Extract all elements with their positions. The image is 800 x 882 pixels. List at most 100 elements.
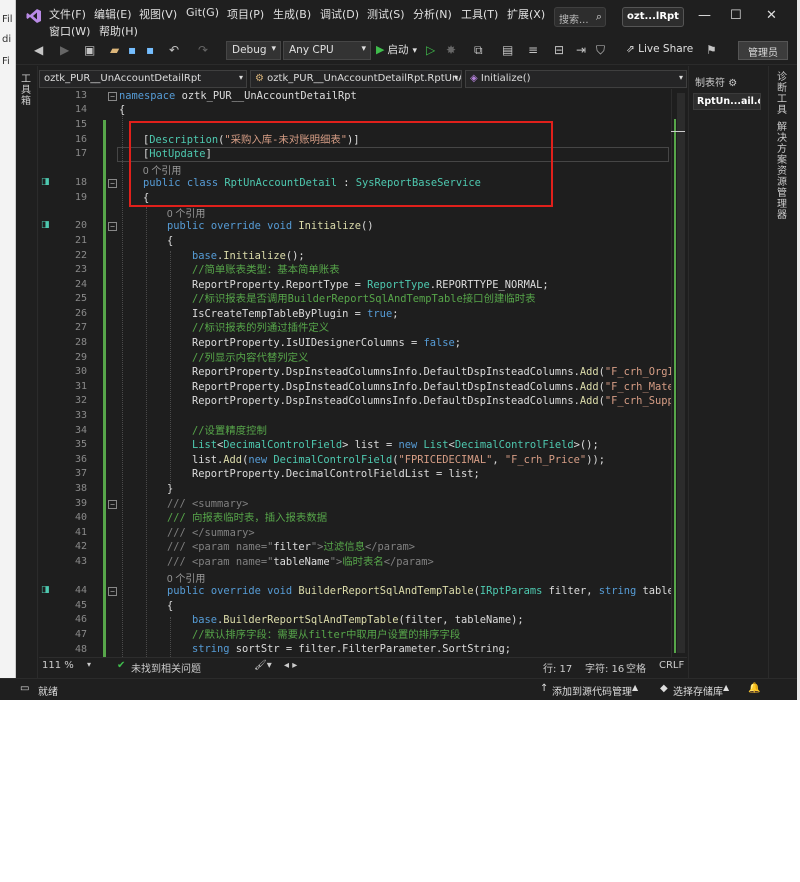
menu-build[interactable]: 生成(B) [273,6,311,22]
line-number: 29 [74,352,87,363]
live-share-button[interactable]: ⇗ Live Share [626,43,693,55]
platform-select[interactable]: Any CPU ▾ [283,41,371,60]
code-token: <param [192,541,236,553]
menu-analyze[interactable]: 分析(N) [413,6,452,22]
open-file-tab[interactable]: RptUn...ail.cs [693,93,761,110]
line-number: 40 [74,512,87,523]
code-token: "> [310,541,324,553]
code-line: IsCreateTempTableByPlugin = true; [192,307,398,322]
codelens-marker-icon[interactable]: ◨ [41,585,51,595]
chevron-up-icon[interactable]: ▲ [632,683,638,692]
menu-extensions[interactable]: 扩展(X) [507,6,545,22]
code-token: /// [167,498,193,510]
solution-name-badge[interactable]: ozt...lRpt [622,7,684,27]
fold-toggle-icon[interactable]: − [108,92,117,101]
code-token: IRptParams [479,585,543,597]
feedback-icon[interactable]: ⚑ [706,43,717,57]
menu-test[interactable]: 测试(S) [367,6,405,22]
code-token: =" [260,556,274,568]
start-without-debugging-icon[interactable]: ▷ [426,43,435,57]
code-comment: //标识报表是否调用BuilderReportSqlAndTempTable接口… [192,293,536,305]
reference-count-link[interactable]: 0 个引用 [167,570,205,585]
chevron-down-icon[interactable]: ▾ [87,660,91,669]
zoom-level[interactable]: 111 % [42,660,74,671]
fold-toggle-icon[interactable]: − [108,500,117,509]
fold-toggle-icon[interactable]: − [108,179,117,188]
menu-debug[interactable]: 调试(D) [320,6,359,22]
project-dropdown[interactable]: oztk_PUR__UnAccountDetailRpt ▾ [39,70,247,88]
title-bar: 文件(F) 编辑(E) 视图(V) Git(G) 项目(P) 生成(B) 调试(… [16,0,797,38]
output-icon[interactable]: ▭ [20,683,29,694]
tab-list-panel: 制表符 ⚙ RptUn...ail.cs [688,66,768,678]
fold-toggle-icon[interactable]: − [108,222,117,231]
forward-icon[interactable]: ▶ [60,43,69,57]
menu-view[interactable]: 视图(V) [139,6,177,22]
code-token: , [492,454,505,466]
codelens-marker-icon[interactable]: ◨ [41,177,51,187]
scrollbar-track[interactable] [677,93,685,653]
breakpoint-icon[interactable]: ⊟ [554,43,564,57]
cursor-line[interactable]: 行: 17 [543,660,572,675]
nav-arrows-icon[interactable]: ◂ ▸ [284,660,297,671]
menu-file[interactable]: 文件(F) [49,6,86,22]
search-input[interactable]: 搜索... ⌕ [554,7,606,27]
diagnostics-tools-tab[interactable]: 诊断工具 [777,72,789,116]
line-number: 43 [74,556,87,567]
save-icon[interactable]: ▪ [128,43,136,57]
notifications-icon[interactable]: 🔔 [748,683,760,694]
whitespace-mode[interactable]: 空格 [626,660,646,675]
main-toolbar: ◀ ▶ ▣ ▰ ▪ ▪ ↶ ↷ Debug ▾ Any CPU ▾ ▶ 启动 ▾ ▷… [16,37,797,65]
browse-icon[interactable]: ⧉ [474,43,483,58]
line-number: 28 [74,337,87,348]
toolbox-tab[interactable]: 工具箱 [21,74,33,107]
chevron-down-icon: ▾ [271,44,276,54]
add-to-source-control-button[interactable]: 添加到源代码管理 [552,683,632,698]
change-indicator-bar [103,120,106,657]
code-editor[interactable]: 13 14 15 16 17 18 19 20 21 22 23 24 25 2… [39,89,671,657]
check-icon: ✔ [117,660,126,671]
select-repository-button[interactable]: 选择存储库 [673,683,723,698]
save-all-icon[interactable]: ▪ [146,43,154,57]
member-dropdown[interactable]: ◈ Initialize() ▾ [465,70,687,88]
configuration-select[interactable]: Debug ▾ [226,41,281,60]
open-folder-icon[interactable]: ▰ [110,43,119,57]
redo-icon[interactable]: ↷ [198,43,208,57]
fold-toggle-icon[interactable]: − [108,587,117,596]
code-line: public override void BuilderReportSqlAnd… [167,584,671,599]
minimize-button[interactable]: — [698,8,711,23]
menu-project[interactable]: 项目(P) [227,6,264,22]
chevron-up-icon[interactable]: ▲ [723,683,729,692]
new-project-icon[interactable]: ▣ [84,43,95,57]
bookmark-icon[interactable]: ⛉ [596,43,605,58]
indent-icon[interactable]: ⇥ [576,43,586,57]
status-bar: ▭ 就绪 ↑ 添加到源代码管理 ▲ ◆ 选择存储库 ▲ 🔔 [0,678,800,700]
maximize-button[interactable]: ☐ [730,8,742,23]
hot-reload-icon[interactable]: ✸ [446,43,456,57]
cursor-column[interactable]: 字符: 16 [585,660,624,675]
code-comment: //标识报表的列通过插件定义 [192,322,330,334]
back-icon[interactable]: ◀ [34,43,43,57]
code-line: namespace oztk_PUR__UnAccountDetailRpt [119,89,357,104]
close-button[interactable]: ✕ [766,8,777,23]
play-icon: ▶ [376,43,385,56]
menu-tools[interactable]: 工具(T) [461,6,498,22]
class-dropdown[interactable]: ⚙ oztk_PUR__UnAccountDetailRpt.RptUnAc ▾ [250,70,462,88]
format-icon[interactable]: ▤ [502,43,513,57]
solution-explorer-tab[interactable]: 解决方案资源管理器 [777,122,789,221]
codelens-marker-icon[interactable]: ◨ [41,220,51,230]
reference-count-link[interactable]: 0 个引用 [167,205,205,220]
menu-git[interactable]: Git(G) [186,6,219,19]
menu-edit[interactable]: 编辑(E) [94,6,132,22]
line-number: 41 [74,527,87,538]
gear-icon[interactable]: ⚙ [728,78,737,89]
code-token: .REPORTTYPE_NORMAL; [429,279,549,291]
start-debugging-button[interactable]: ▶ 启动 ▾ [376,42,417,57]
line-ending[interactable]: CRLF [659,660,684,671]
vertical-scrollbar[interactable] [671,89,687,657]
issues-status[interactable]: 未找到相关问题 [131,660,201,675]
cleanup-brush-icon[interactable]: 🖌▾ [254,660,272,671]
undo-icon[interactable]: ↶ [169,43,179,57]
code-token: List [423,439,449,451]
line-number: 25 [74,293,87,304]
comment-icon[interactable]: ≡ [528,43,538,57]
